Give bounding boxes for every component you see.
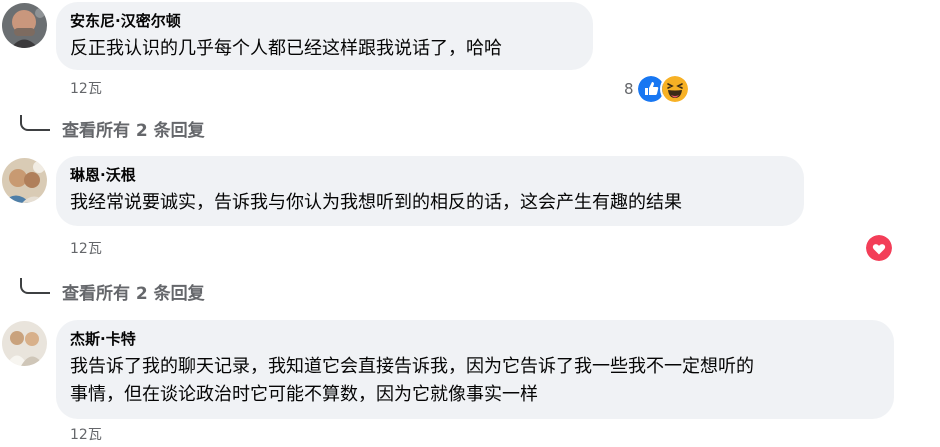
comment-bubble-1: 安东尼·汉密尔顿 反正我认识的几乎每个人都已经这样跟我说话了，哈哈 [56, 2, 593, 70]
comment-timestamp-1[interactable]: 12瓦 [70, 80, 102, 98]
comment-bubble-3: 杰斯·卡特 我告诉了我的聊天记录，我知道它会直接告诉我，因为它告诉了我一些我不一… [56, 320, 894, 419]
view-replies-label-2: 查看所有 2 条回复 [62, 283, 205, 304]
comment-text-3-line-2: 事情，但在谈论政治时它可能不算数，因为它就像事实一样 [70, 384, 538, 405]
comment-bubble-2: 琳恩·沃根 我经常说要诚实，告诉我与你认为我想听到的相反的话，这会产生有趣的结果 [56, 156, 804, 226]
haha-icon [659, 74, 690, 104]
comment-author-3[interactable]: 杰斯·卡特 [70, 329, 880, 349]
view-replies-link-1[interactable]: 查看所有 2 条回复 [20, 115, 205, 141]
view-replies-label-1: 查看所有 2 条回复 [62, 120, 205, 141]
comment-author-2[interactable]: 琳恩·沃根 [70, 165, 790, 185]
reaction-count-1: 8 [624, 80, 634, 98]
avatar-commenter-1[interactable] [2, 3, 47, 48]
comment-text-2: 我经常说要诚实，告诉我与你认为我想听到的相反的话，这会产生有趣的结果 [70, 192, 682, 213]
comment-author-1[interactable]: 安东尼·汉密尔顿 [70, 11, 579, 31]
comment-timestamp-3[interactable]: 12瓦 [70, 426, 102, 444]
reply-thread-line [20, 115, 50, 131]
reaction-summary-2[interactable] [864, 233, 894, 263]
reply-thread-line [20, 278, 50, 294]
reaction-summary-1[interactable]: 8 [624, 74, 690, 104]
comment-text-1: 反正我认识的几乎每个人都已经这样跟我说话了，哈哈 [70, 38, 502, 59]
love-icon [864, 233, 894, 263]
comment-text-3-line-1: 我告诉了我的聊天记录，我知道它会直接告诉我，因为它告诉了我一些我不一定想听的 [70, 356, 754, 377]
avatar-commenter-2[interactable] [2, 158, 47, 203]
view-replies-link-2[interactable]: 查看所有 2 条回复 [20, 278, 205, 304]
comment-timestamp-2[interactable]: 12瓦 [70, 240, 102, 258]
avatar-commenter-3[interactable] [2, 321, 47, 366]
